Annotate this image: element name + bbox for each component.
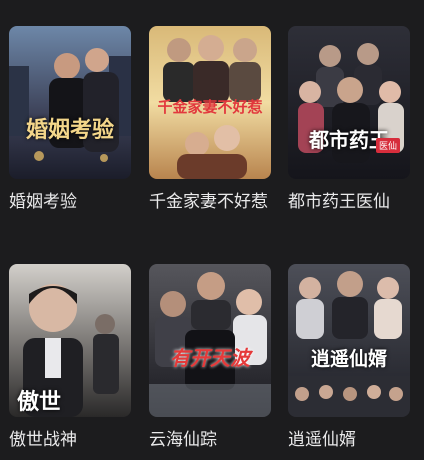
drama-card[interactable]: 都市药王 医仙 都市药王医仙	[288, 26, 410, 215]
drama-title[interactable]: 都市药王医仙	[288, 189, 410, 215]
drama-poster[interactable]: 傲世	[9, 264, 131, 417]
drama-poster[interactable]: 逍遥仙婿	[288, 264, 410, 417]
poster-title: 有开天波	[170, 346, 250, 370]
drama-card[interactable]: 千金家妻不好惹 千金家妻不好惹	[149, 26, 271, 215]
poster-title: 千金家妻不好惹	[157, 98, 263, 116]
poster-title: 傲世	[17, 389, 62, 415]
drama-card[interactable]: 逍遥仙婿 逍遥仙婿	[288, 264, 410, 453]
drama-poster[interactable]: 千金家妻不好惹	[149, 26, 271, 179]
drama-card[interactable]: 婚姻考验 婚姻考验	[9, 26, 131, 215]
drama-title[interactable]: 婚姻考验	[9, 189, 131, 215]
poster-title: 逍遥仙婿	[310, 348, 387, 370]
poster-badge: 医仙	[375, 138, 400, 153]
drama-card[interactable]: 傲世 傲世战神	[9, 264, 131, 453]
drama-poster[interactable]: 都市药王 医仙	[288, 26, 410, 179]
drama-card[interactable]: 有开天波 云海仙踪	[149, 264, 271, 453]
drama-poster[interactable]: 婚姻考验	[9, 26, 131, 179]
drama-title[interactable]: 云海仙踪	[149, 427, 271, 453]
drama-title[interactable]: 傲世战神	[9, 427, 131, 453]
drama-poster[interactable]: 有开天波	[149, 264, 271, 417]
drama-title[interactable]: 逍遥仙婿	[288, 427, 410, 453]
poster-title: 婚姻考验	[25, 117, 114, 143]
drama-grid: 婚姻考验 婚姻考验 千金家妻不好惹 千金家妻不好惹 都市药王 医仙 都市药王医仙…	[0, 0, 424, 460]
drama-title[interactable]: 千金家妻不好惹	[149, 189, 271, 215]
